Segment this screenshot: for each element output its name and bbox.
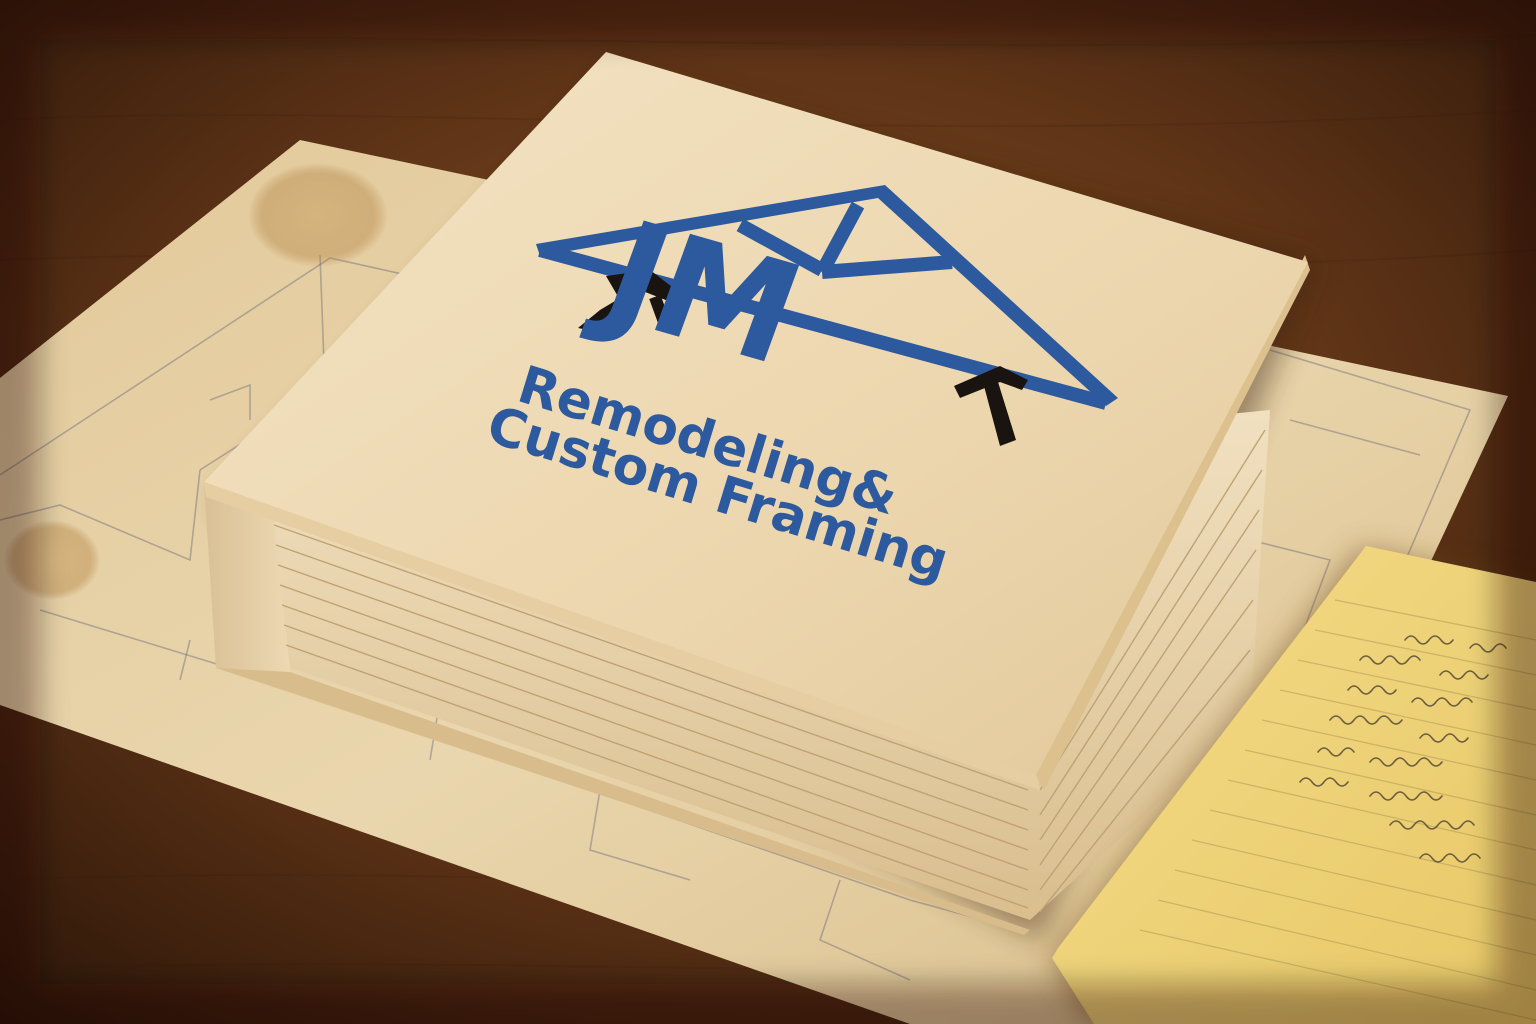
photo-scene: JM Remodeling& Custom Framing: [0, 0, 1536, 1024]
coffee-stain: [248, 163, 388, 267]
